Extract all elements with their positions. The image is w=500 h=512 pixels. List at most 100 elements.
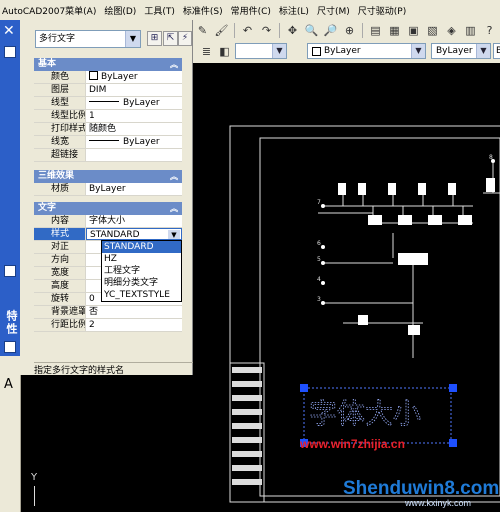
- section-3d[interactable]: 三维效果 ︽: [34, 170, 182, 183]
- menu-size[interactable]: 尺寸(M): [315, 4, 356, 17]
- prop-row-linetype-scale[interactable]: 线型比例 1: [34, 110, 182, 123]
- select-objects-icon[interactable]: ⇱: [163, 31, 178, 46]
- section-basic-label: 基本: [38, 59, 57, 69]
- lineweight-combo[interactable]: By: [493, 43, 500, 59]
- standard-toolbar: ✎ 🖌 ↶ ↷ ✥ 🔍 🔎 ⊕ ▤ ▦ ▣ ▧ ◈ ▥ ?: [193, 20, 500, 42]
- prop-value: ByLayer: [86, 71, 182, 83]
- prop-row-plot-style[interactable]: 打印样式 随颜色: [34, 123, 182, 136]
- grip-bottom-right[interactable]: [449, 439, 457, 447]
- section-basic[interactable]: 基本 ︽: [34, 58, 182, 71]
- menu-autocad[interactable]: AutoCAD2007菜单(A): [0, 4, 102, 17]
- prop-row-layer[interactable]: 图层 DIM: [34, 84, 182, 97]
- menu-dimension[interactable]: 标注(L): [277, 4, 315, 17]
- paint-icon[interactable]: 🖌: [213, 22, 230, 39]
- menu-size-drive[interactable]: 尺寸驱动(P): [356, 4, 412, 17]
- color-swatch: [89, 71, 98, 80]
- layer-state-icon[interactable]: ◧: [216, 43, 233, 60]
- palette-properties-icon[interactable]: [4, 341, 16, 353]
- collapse-icon: ︽: [170, 204, 178, 213]
- toolbar-separator: [279, 23, 280, 38]
- close-icon[interactable]: ✕: [3, 23, 15, 39]
- prop-row-hyperlink[interactable]: 超链接: [34, 149, 182, 162]
- ucs-y-axis: [34, 486, 35, 506]
- toolbar-separator: [362, 23, 363, 38]
- properties-icon[interactable]: ▤: [367, 22, 384, 39]
- object-type-value: 多行文字: [39, 34, 76, 44]
- linetype-combo[interactable]: ByLayer ▼: [431, 43, 491, 59]
- pickadd-toggle-icon[interactable]: ⊞: [147, 31, 162, 46]
- style-select-value: STANDARD: [90, 230, 140, 240]
- brush-icon[interactable]: ✎: [194, 22, 211, 39]
- prop-row-linetype[interactable]: 线型 ByLayer: [34, 97, 182, 110]
- zoom-realtime-icon[interactable]: 🔍: [303, 22, 320, 39]
- zoom-window-icon[interactable]: 🔎: [322, 22, 339, 39]
- help-icon[interactable]: ?: [481, 22, 498, 39]
- prop-value: ByLayer: [89, 184, 126, 194]
- style-option[interactable]: STANDARD: [102, 241, 181, 253]
- prop-value: 1: [89, 111, 95, 121]
- zoom-previous-icon[interactable]: ⊕: [341, 22, 358, 39]
- pan-icon[interactable]: ✥: [284, 22, 301, 39]
- prop-label: 颜色: [34, 71, 86, 83]
- prop-row-material[interactable]: 材质 ByLayer: [34, 183, 182, 196]
- design-center-icon[interactable]: ▦: [386, 22, 403, 39]
- prop-value: ByLayer: [86, 136, 182, 148]
- tool-palette-icon[interactable]: ▣: [405, 22, 422, 39]
- redo-icon[interactable]: ↷: [258, 22, 275, 39]
- prop-row-line-spacing[interactable]: 行距比例 2: [34, 319, 182, 332]
- mtext-object[interactable]: 字体大小: [309, 397, 422, 431]
- style-option[interactable]: YC_TEXTSTYLE: [102, 289, 181, 301]
- text-tool-icon[interactable]: A: [4, 377, 13, 392]
- undo-icon[interactable]: ↶: [239, 22, 256, 39]
- palette-title-strip: ✕ 特性: [0, 20, 20, 356]
- palette-title: 特性: [5, 310, 18, 336]
- leader-number: 7: [317, 199, 321, 206]
- prop-row-lineweight[interactable]: 线宽 ByLayer: [34, 136, 182, 149]
- prop-row-background-mask[interactable]: 背景遮罩 否: [34, 306, 182, 319]
- calculator-icon[interactable]: ▥: [462, 22, 479, 39]
- watermark-text: www.win7zhijia.cn: [300, 437, 405, 451]
- menu-draw[interactable]: 绘图(D): [102, 4, 142, 17]
- section-text[interactable]: 文字 ︽: [34, 202, 182, 215]
- layer-combo[interactable]: ▼: [235, 43, 287, 59]
- style-select[interactable]: STANDARD ▼: [86, 228, 182, 240]
- prop-label: 线型: [34, 97, 86, 109]
- prop-label: 行距比例: [34, 319, 86, 331]
- prop-value-text: ByLayer: [123, 98, 160, 108]
- style-option[interactable]: 明细分类文字: [102, 277, 181, 289]
- menu-tools[interactable]: 工具(T): [142, 4, 181, 17]
- color-combo-value: ByLayer: [324, 46, 361, 56]
- linetype-sample: [89, 101, 119, 102]
- object-type-select[interactable]: 多行文字 ▼: [35, 30, 141, 48]
- prop-value: DIM: [89, 85, 107, 95]
- prop-value-text: ByLayer: [123, 137, 160, 147]
- palette-menu-icon[interactable]: [4, 265, 16, 277]
- color-swatch: [312, 46, 321, 56]
- prop-value: 否: [89, 307, 99, 317]
- color-combo[interactable]: ByLayer ▼: [307, 43, 426, 59]
- prop-label: 方向: [34, 254, 86, 266]
- leader-number: 8: [489, 154, 493, 161]
- grip-top-left[interactable]: [300, 384, 308, 392]
- watermark-url: www.kxinyk.com: [405, 498, 472, 508]
- properties-palette: 多行文字 ▼ ⊞ ⇱ ⚡ 基本 ︽ 颜色 ByLayer 图层 DIM 线型 B…: [20, 20, 202, 376]
- menu-common-parts[interactable]: 常用件(C): [229, 4, 277, 17]
- prop-row-color[interactable]: 颜色 ByLayer: [34, 71, 182, 84]
- prop-value: 字体大小: [89, 216, 126, 226]
- prop-label: 材质: [34, 183, 86, 195]
- collapse-icon: ︽: [170, 60, 178, 69]
- sheet-set-icon[interactable]: ▧: [424, 22, 441, 39]
- prop-value-text: ByLayer: [101, 72, 138, 82]
- markup-icon[interactable]: ◈: [443, 22, 460, 39]
- chevron-down-icon[interactable]: ▼: [168, 230, 180, 239]
- quick-select-icon[interactable]: ⚡: [178, 31, 192, 46]
- grip-top-right[interactable]: [449, 384, 457, 392]
- section-text-label: 文字: [38, 203, 57, 213]
- autohide-icon[interactable]: [4, 46, 16, 58]
- layer-icon[interactable]: ≣: [198, 43, 215, 60]
- prop-row-contents[interactable]: 内容 字体大小: [34, 215, 182, 228]
- chevron-down-icon: ▼: [125, 31, 140, 47]
- style-option[interactable]: 工程文字: [102, 265, 181, 277]
- style-option[interactable]: HZ: [102, 253, 181, 265]
- menu-standard-parts[interactable]: 标准件(S): [181, 4, 229, 17]
